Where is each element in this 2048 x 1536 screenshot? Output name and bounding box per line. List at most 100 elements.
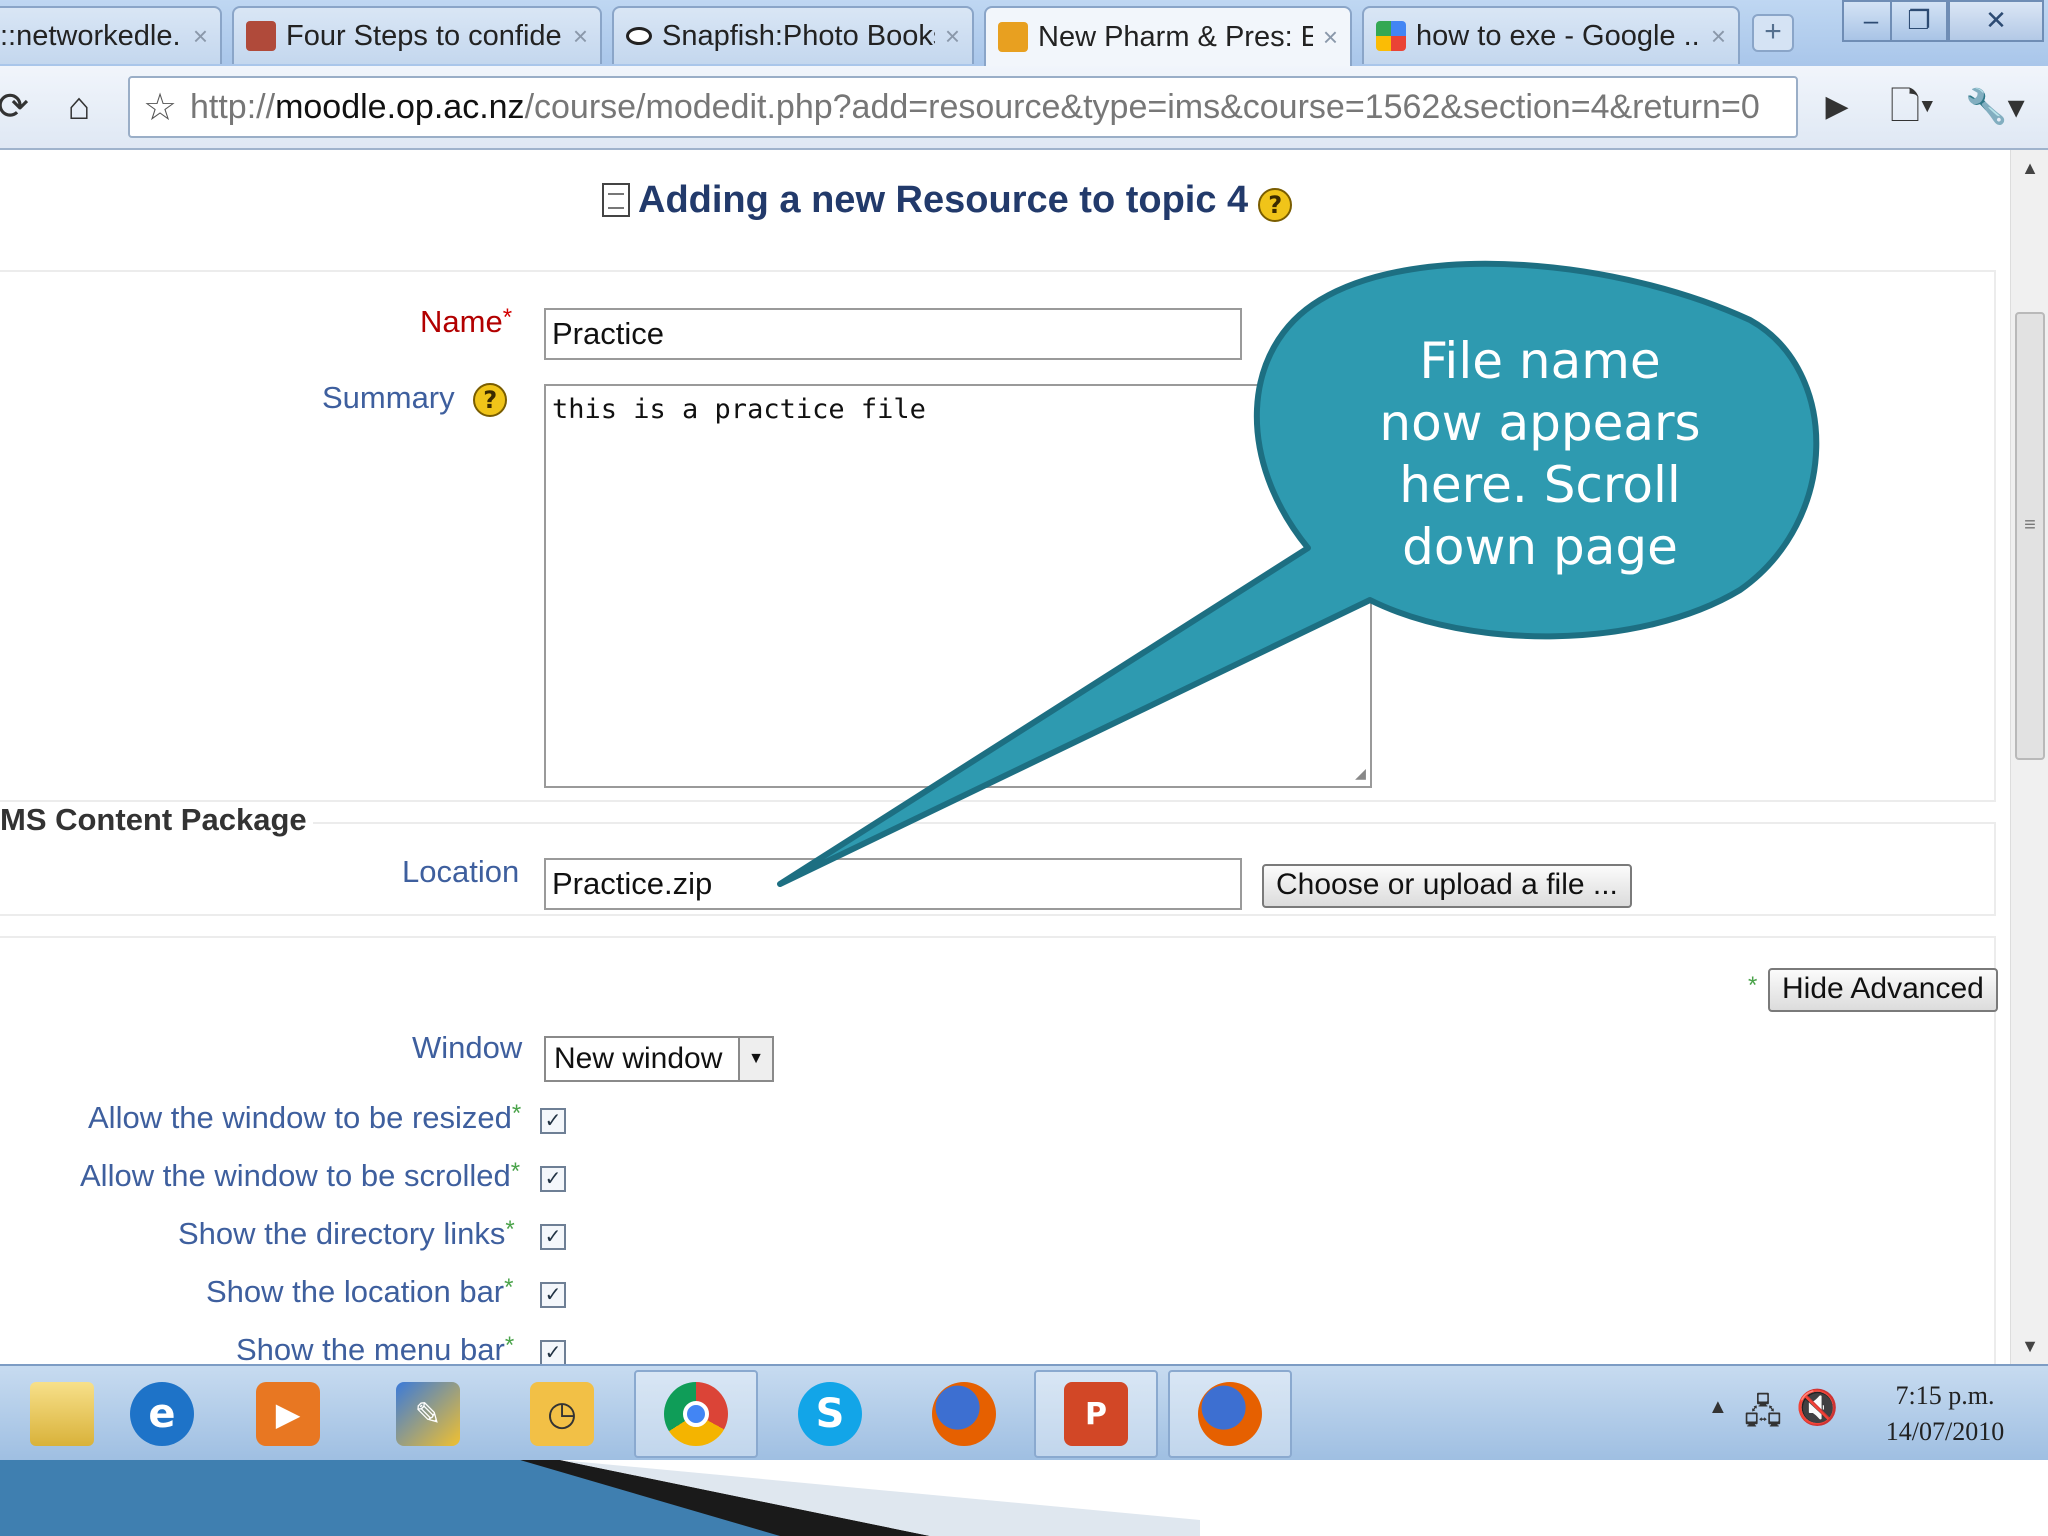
firefox-icon[interactable] xyxy=(1168,1370,1292,1458)
tab-label: Four Steps to confide... xyxy=(286,19,563,52)
chevron-down-icon[interactable]: ▼ xyxy=(738,1038,772,1080)
browser-tab[interactable]: ::networkedle... × xyxy=(0,6,222,64)
name-input[interactable]: Practice xyxy=(544,308,1242,360)
windows-taskbar: e ▶ ✎ ◷ S P ▲ 🖧 🔇 7:15 p.m. 14/07/2010 xyxy=(0,1364,2048,1460)
skype-icon[interactable]: S xyxy=(768,1370,892,1458)
callout-text: File name now appears here. Scroll down … xyxy=(1300,330,1780,578)
taskbar-clock[interactable]: 7:15 p.m. 14/07/2010 xyxy=(1850,1378,2040,1450)
media-player-icon[interactable]: ▶ xyxy=(226,1370,350,1458)
scroll-thumb[interactable]: ≡ xyxy=(2015,312,2045,760)
tab-label: Snapfish:Photo Books xyxy=(662,19,935,52)
callout-line: now appears xyxy=(1379,394,1701,452)
home-icon[interactable]: ⌂ xyxy=(52,78,106,136)
option-label: Allow the window to be scrolled* xyxy=(80,1158,520,1194)
help-icon[interactable]: ? xyxy=(1258,188,1293,222)
scroll-grip-icon: ≡ xyxy=(2024,514,2036,536)
option-label-text: Show the location bar xyxy=(206,1274,505,1309)
advanced-marker: * xyxy=(504,1332,515,1359)
location-input[interactable]: Practice.zip xyxy=(544,858,1242,910)
browser-tab[interactable]: Four Steps to confide... × xyxy=(232,6,602,64)
option-label: Show the menu bar* xyxy=(236,1332,514,1364)
hide-advanced-button[interactable]: Hide Advanced xyxy=(1768,968,1998,1012)
slide-footer-decoration xyxy=(0,1460,2048,1536)
window-select[interactable]: New window ▼ xyxy=(544,1036,774,1082)
section-legend: MS Content Package xyxy=(0,802,313,838)
advanced-marker: * xyxy=(511,1100,522,1127)
resource-document-icon xyxy=(602,183,630,217)
option-label-text: Show the menu bar xyxy=(236,1332,505,1364)
bookmark-star-icon[interactable]: ☆ xyxy=(130,85,190,130)
clock-date: 14/07/2010 xyxy=(1885,1417,2005,1446)
close-window-button[interactable]: ✕ xyxy=(1948,0,2044,42)
tab-close-icon[interactable]: × xyxy=(945,21,960,52)
slide-footer-swoosh xyxy=(0,1460,1200,1536)
option-label-text: Allow the window to be scrolled xyxy=(80,1158,511,1193)
restore-button[interactable]: ❐ xyxy=(1890,0,1948,42)
firefox-icon[interactable] xyxy=(902,1370,1026,1458)
tab-close-icon[interactable]: × xyxy=(1711,21,1726,52)
page-scrollbar[interactable]: ▲ ≡ ▼ xyxy=(2010,150,2048,1364)
show-hidden-icons-icon[interactable]: ▲ xyxy=(1708,1396,1728,1419)
menu-bar-checkbox[interactable]: ✓ xyxy=(540,1340,566,1364)
resize-grip-icon[interactable]: ◢ xyxy=(1355,763,1366,784)
required-marker: * xyxy=(502,304,513,331)
moodle-favicon-icon xyxy=(998,22,1028,52)
option-label-text: Allow the window to be resized xyxy=(88,1100,512,1135)
url-host: moodle.op.ac.nz xyxy=(275,87,525,126)
address-url[interactable]: http://moodle.op.ac.nz/course/modedit.ph… xyxy=(190,88,1760,127)
scroll-checkbox[interactable]: ✓ xyxy=(540,1166,566,1192)
page-title: Adding a new Resource to topic 4 ? xyxy=(602,178,1293,222)
browser-tab[interactable]: Snapfish:Photo Books × xyxy=(612,6,974,64)
resize-checkbox[interactable]: ✓ xyxy=(540,1108,566,1134)
name-label-text: Name xyxy=(420,304,503,339)
option-label: Show the location bar* xyxy=(206,1274,513,1310)
browser-tab-active[interactable]: New Pharm & Pres: E... × xyxy=(984,6,1352,66)
page-menu-icon[interactable]: 🗋▾ xyxy=(1880,78,1944,136)
tab-label: ::networkedle... xyxy=(0,19,183,52)
option-label-text: Show the directory links xyxy=(178,1216,506,1251)
reload-icon[interactable]: ⟳ xyxy=(0,78,40,136)
window-label: Window xyxy=(412,1030,523,1065)
scroll-up-icon[interactable]: ▲ xyxy=(2011,150,2048,186)
tab-close-icon[interactable]: × xyxy=(1323,22,1338,53)
volume-muted-icon[interactable]: 🔇 xyxy=(1796,1388,1838,1428)
advanced-marker: * xyxy=(504,1274,514,1301)
tab-close-icon[interactable]: × xyxy=(573,21,588,52)
tab-close-icon[interactable]: × xyxy=(193,21,208,52)
photo-favicon-icon xyxy=(246,21,276,51)
name-label: Name* xyxy=(420,304,512,340)
option-label: Show the directory links* xyxy=(178,1216,515,1252)
pen-tool-icon[interactable]: ✎ xyxy=(366,1370,490,1458)
location-bar-checkbox[interactable]: ✓ xyxy=(540,1282,566,1308)
play-icon[interactable]: ▶ xyxy=(1810,78,1864,136)
browser-tab[interactable]: how to exe - Google ... × xyxy=(1362,6,1740,64)
wrench-menu-icon[interactable]: 🔧▾ xyxy=(1960,78,2030,136)
choose-file-button[interactable]: Choose or upload a file ... xyxy=(1262,864,1632,908)
summary-textarea[interactable]: this is a practice file ◢ xyxy=(544,384,1372,788)
new-tab-button[interactable]: + xyxy=(1752,14,1794,52)
url-path: /course/modedit.php?add=resource&type=im… xyxy=(524,87,1760,126)
directory-links-checkbox[interactable]: ✓ xyxy=(540,1224,566,1250)
browser-tab-bar: ::networkedle... × Four Steps to confide… xyxy=(0,0,2048,66)
section-legend-text: MS Content Package xyxy=(0,802,307,837)
callout-line: File name xyxy=(1419,332,1661,390)
tab-label: how to exe - Google ... xyxy=(1416,19,1701,52)
address-bar[interactable]: ☆ http://moodle.op.ac.nz/course/modedit.… xyxy=(128,76,1798,138)
powerpoint-icon[interactable]: P xyxy=(1034,1370,1158,1458)
url-scheme: http:// xyxy=(190,87,276,126)
outlook-icon[interactable]: ◷ xyxy=(500,1370,624,1458)
google-favicon-icon xyxy=(1376,21,1406,51)
summary-label: Summary ? xyxy=(322,380,508,417)
location-label: Location xyxy=(402,854,520,889)
tab-label: New Pharm & Pres: E... xyxy=(1038,20,1313,53)
snapfish-eye-icon xyxy=(626,27,652,45)
advanced-marker: * xyxy=(510,1158,521,1185)
page-title-text: Adding a new Resource to topic 4 xyxy=(638,178,1249,221)
chrome-icon[interactable] xyxy=(634,1370,758,1458)
window-select-value: New window xyxy=(554,1042,723,1075)
option-label: Allow the window to be resized* xyxy=(88,1100,521,1136)
network-icon[interactable]: 🖧 xyxy=(1744,1388,1782,1445)
scroll-down-icon[interactable]: ▼ xyxy=(2011,1328,2048,1364)
internet-explorer-icon[interactable]: e xyxy=(100,1370,224,1458)
help-icon[interactable]: ? xyxy=(473,383,508,417)
